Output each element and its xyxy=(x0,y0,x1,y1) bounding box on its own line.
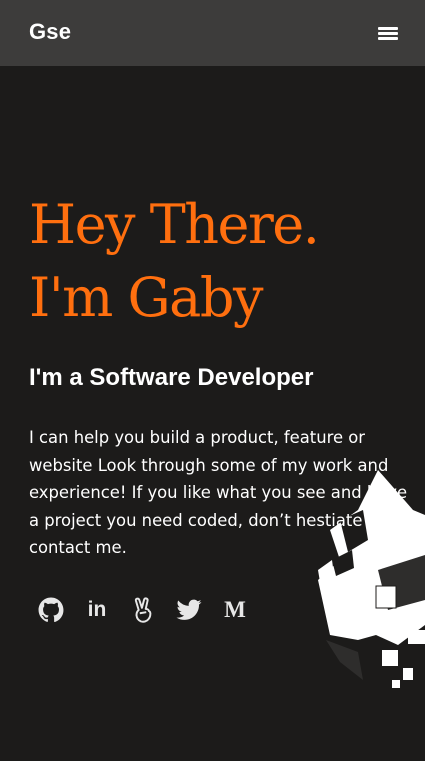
hamburger-menu-icon[interactable] xyxy=(378,24,398,42)
hero-intro: I can help you build a product, feature … xyxy=(29,428,408,557)
hero-title: Hey There. I'm Gaby xyxy=(29,188,320,334)
medium-icon[interactable]: M xyxy=(222,597,248,623)
linkedin-icon[interactable]: in xyxy=(84,597,110,623)
social-links: in M xyxy=(38,596,268,624)
hero-subtitle: I'm a Software Developer xyxy=(29,364,314,391)
peace-hand-icon[interactable] xyxy=(130,597,156,623)
twitter-icon[interactable] xyxy=(176,597,202,623)
navbar: Gse xyxy=(0,0,425,66)
medium-label: M xyxy=(224,597,246,622)
linkedin-label: in xyxy=(87,598,107,621)
brand-logo[interactable]: Gse xyxy=(29,19,71,45)
hero-title-line-1: Hey There. xyxy=(29,193,320,256)
github-icon[interactable] xyxy=(38,597,64,623)
hero-title-line-2: I'm Gaby xyxy=(29,266,263,329)
